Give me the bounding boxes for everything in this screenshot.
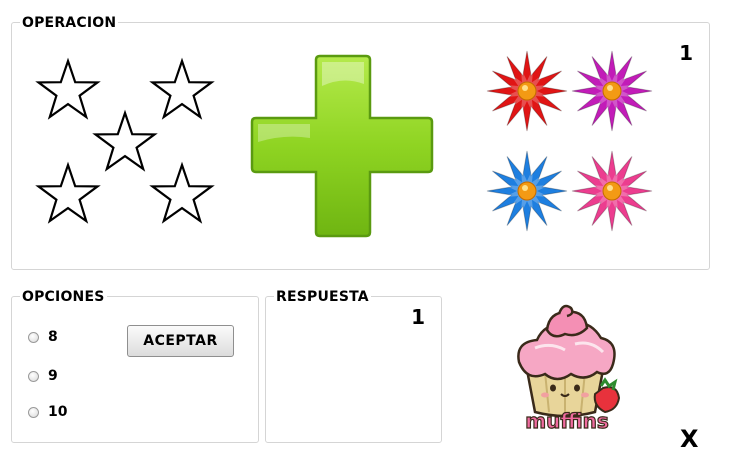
star-icon bbox=[151, 163, 213, 223]
stars-group bbox=[37, 59, 213, 223]
option-row[interactable]: 8 bbox=[28, 329, 58, 345]
flower-icon bbox=[571, 150, 653, 232]
close-button[interactable]: X bbox=[680, 425, 699, 453]
plus-icon bbox=[250, 54, 434, 238]
options-title: OPCIONES bbox=[20, 289, 107, 305]
option-radio[interactable] bbox=[28, 406, 39, 418]
operation-counter: 1 bbox=[679, 41, 693, 65]
accept-button[interactable]: ACEPTAR bbox=[127, 325, 234, 357]
option-label: 8 bbox=[48, 329, 58, 345]
answer-panel: RESPUESTA 1 bbox=[265, 289, 442, 443]
star-icon bbox=[37, 59, 99, 119]
operation-title: OPERACION bbox=[20, 15, 119, 31]
muffins-logo-text: muffins bbox=[525, 409, 609, 433]
star-icon bbox=[151, 59, 213, 119]
muffin-icon: muffins bbox=[517, 304, 621, 434]
flowers-group bbox=[486, 50, 653, 232]
option-radio[interactable] bbox=[28, 331, 39, 343]
operation-panel: OPERACION 1 bbox=[11, 15, 710, 270]
answer-title: RESPUESTA bbox=[274, 289, 371, 305]
star-icon bbox=[37, 163, 99, 223]
flower-icon bbox=[486, 150, 568, 232]
option-label: 10 bbox=[48, 404, 68, 420]
star-icon bbox=[94, 111, 156, 171]
answer-counter: 1 bbox=[411, 305, 425, 329]
option-label: 9 bbox=[48, 368, 58, 384]
flower-icon bbox=[571, 50, 653, 132]
flower-icon bbox=[486, 50, 568, 132]
option-row[interactable]: 10 bbox=[28, 404, 67, 420]
option-row[interactable]: 9 bbox=[28, 368, 58, 384]
options-panel: OPCIONES 8 9 10 ACEPTAR bbox=[11, 289, 259, 443]
option-radio[interactable] bbox=[28, 370, 39, 382]
